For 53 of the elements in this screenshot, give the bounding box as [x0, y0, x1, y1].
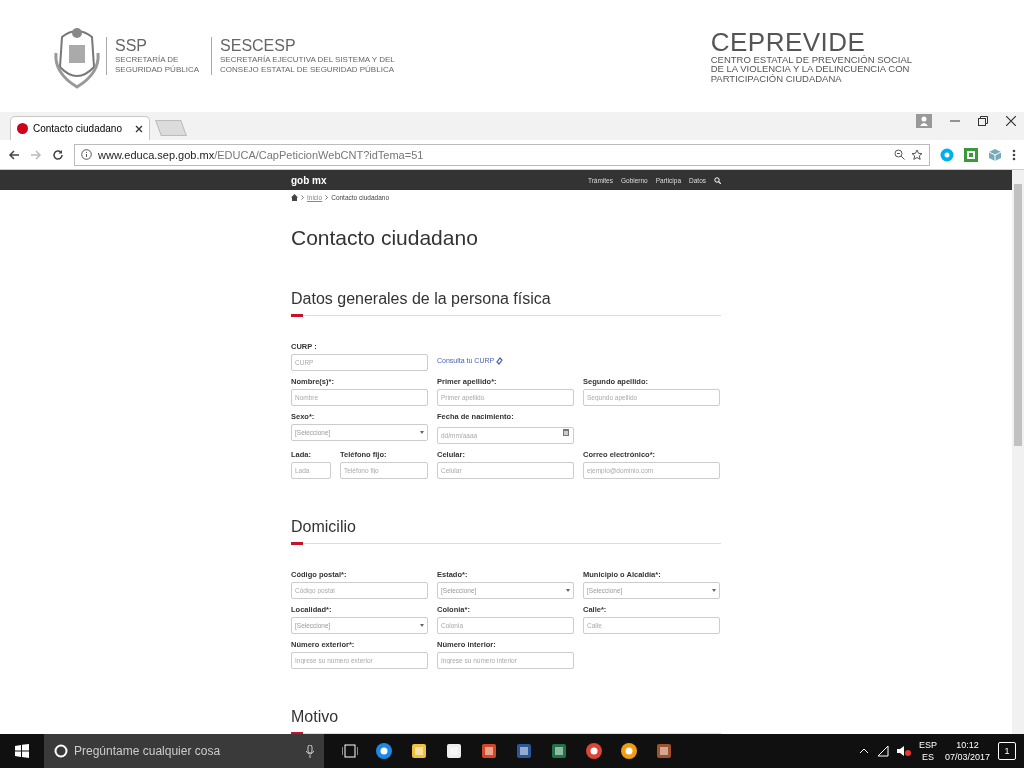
page-title: Contacto ciudadano: [291, 225, 479, 251]
keyboard-layout[interactable]: ES: [921, 751, 934, 763]
chevron-up-icon[interactable]: [858, 748, 869, 754]
document-app-icon[interactable]: [515, 742, 533, 760]
spreadsheet-app-icon[interactable]: [550, 742, 568, 760]
home-icon[interactable]: [291, 194, 298, 201]
task-view-icon[interactable]: [342, 744, 358, 758]
notification-badge[interactable]: 1: [998, 742, 1016, 760]
chevron-right-icon: [325, 195, 329, 200]
agency-acronym: SESCESP: [220, 37, 297, 55]
caret-icon: [566, 589, 570, 592]
agency-acronym: SSP: [115, 37, 148, 55]
cube-icon[interactable]: [988, 147, 1002, 162]
section-title: Datos generales de la persona física: [291, 289, 552, 309]
clock-time[interactable]: 10:12: [956, 739, 979, 751]
windows-icon[interactable]: [15, 744, 29, 758]
agency-name: SECRETARÍA DE SEGURIDAD PÚBLICA: [115, 55, 200, 75]
extension-icon[interactable]: [964, 147, 978, 162]
menu-icon[interactable]: [1012, 148, 1016, 161]
address-bar[interactable]: www.educa.sep.gob.mx/EDUCA/CapPeticionWebCNT?idTema=51: [74, 143, 930, 166]
scrollbar[interactable]: [1012, 170, 1024, 734]
presentation-app-icon[interactable]: [480, 742, 498, 760]
favicon-icon: [17, 123, 28, 134]
info-icon: [81, 149, 92, 160]
search-field[interactable]: Pregúntame cualquier cosa: [44, 734, 324, 768]
caret-icon: [420, 431, 424, 434]
calendar-icon[interactable]: [563, 429, 569, 436]
agency-name: SECRETARÍA EJECUTIVA DEL SISTEMA Y DEL CONSEJO ESTATAL DE SEGURIDAD PÚBLICA: [220, 55, 395, 75]
input-language[interactable]: ESP: [918, 739, 937, 751]
browser-icon[interactable]: [375, 742, 393, 760]
site-logo[interactable]: gob mx: [291, 174, 327, 186]
section-title: Domicilio: [291, 517, 357, 537]
star-icon[interactable]: [911, 148, 923, 161]
reload-icon[interactable]: [52, 148, 64, 161]
restore-icon[interactable]: [978, 116, 988, 126]
close-icon[interactable]: [1006, 116, 1016, 126]
close-icon[interactable]: [135, 124, 143, 133]
chevron-right-icon: [301, 195, 304, 200]
microphone-icon[interactable]: [306, 744, 314, 758]
agency-name: CENTRO ESTATAL DE PREVENCIÓN SOCIAL DE LA VIOLENCIA Y LA DELINCUENCIA CON PARTICIPACIÓN CIUDADANA: [710, 54, 912, 84]
speaker-muted-icon[interactable]: [896, 745, 911, 757]
agency-acronym: CEPREVIDE: [710, 28, 866, 55]
cortana-icon: [54, 744, 68, 758]
clock-date[interactable]: 07/03/2017: [944, 751, 990, 763]
browser-tab[interactable]: Contacto ciudadano: [10, 116, 150, 140]
zoom-icon[interactable]: [894, 149, 905, 160]
caret-icon: [420, 624, 424, 627]
section-title: Motivo: [291, 707, 340, 727]
link-icon: [496, 356, 504, 365]
caret-icon: [712, 589, 716, 592]
search-icon[interactable]: [714, 176, 721, 184]
back-icon[interactable]: [8, 148, 20, 161]
user-icon[interactable]: [916, 114, 932, 128]
